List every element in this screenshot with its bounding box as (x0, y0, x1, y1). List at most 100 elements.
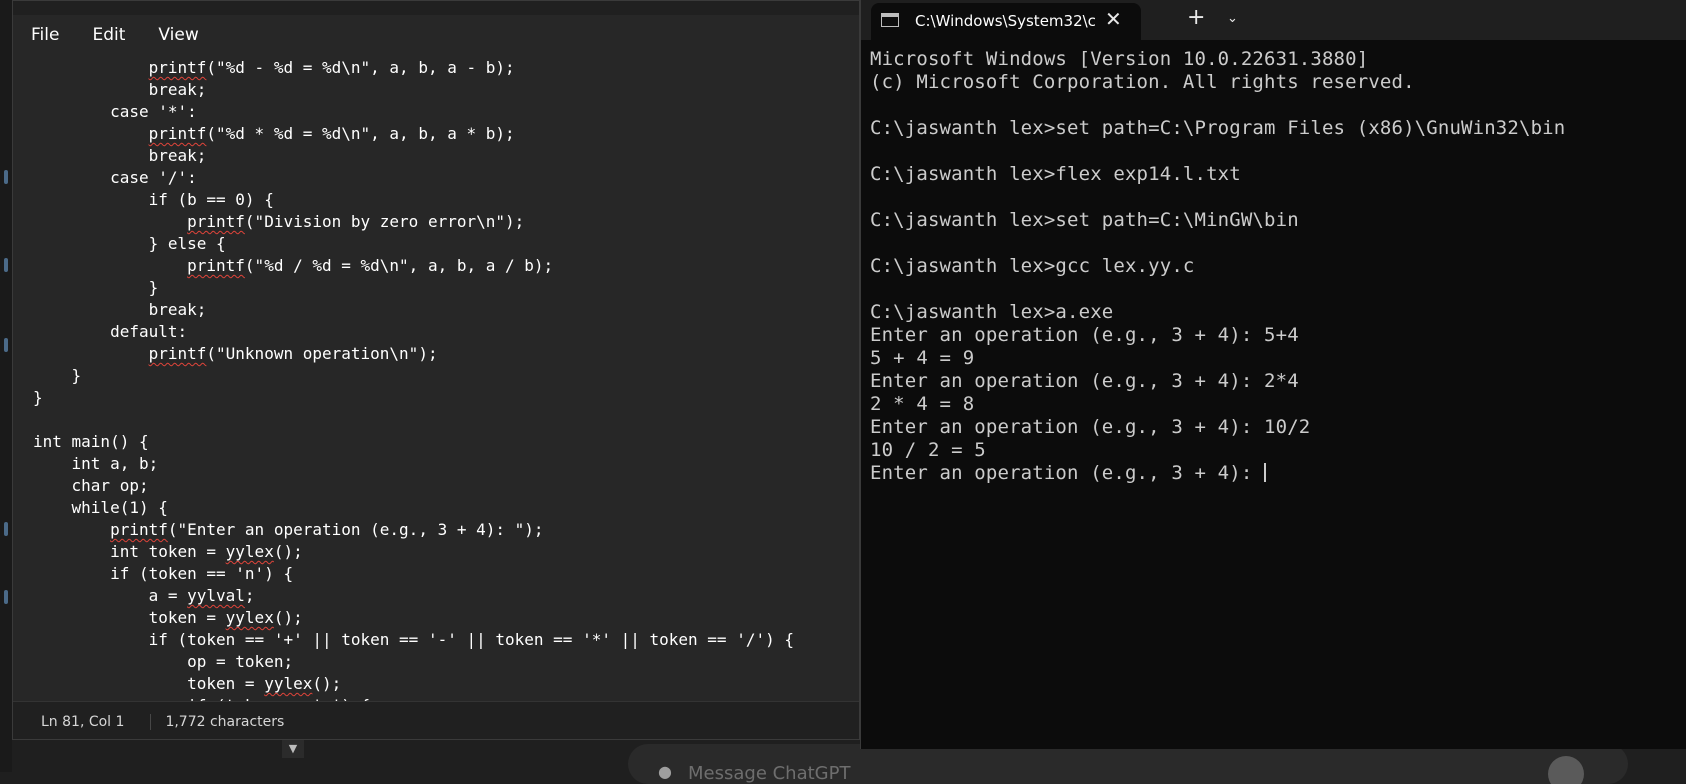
spellcheck-word: yylex (264, 674, 313, 693)
code-line: printf("%d * %d = %d\n", a, b, a * b); (33, 123, 794, 145)
code-text: int a, b; (33, 454, 159, 473)
code-text: default: (33, 322, 188, 341)
code-text: } (33, 366, 82, 385)
terminal-line: C:\jaswanth lex>gcc lex.yy.c (870, 255, 1195, 277)
code-text: } (33, 388, 43, 407)
code-line: int token = yylex(); (33, 541, 794, 563)
code-line: int main() { (33, 431, 794, 453)
code-content: printf ("%d - %d = %d\n", a, b, a - b); b… (33, 57, 794, 701)
terminal-prompt-text: Enter an operation (e.g., 3 + 4): (870, 462, 1265, 484)
send-icon[interactable] (1548, 756, 1584, 784)
code-text: (); (273, 542, 303, 561)
terminal-window: C:\Windows\System32\cmd.exe ✕ + ⌄ Micros… (860, 0, 1686, 749)
menu-file[interactable]: File (16, 25, 74, 45)
code-line: printf("Division by zero error\n"); (33, 211, 794, 233)
spellcheck-word: printf (148, 344, 207, 363)
code-line: } (33, 365, 794, 387)
code-text: break; (33, 80, 207, 99)
code-line: default: (33, 321, 794, 343)
code-line: break; (33, 79, 794, 101)
code-text: break; (33, 146, 207, 165)
notepad-menu-bar: File Edit View (13, 15, 859, 55)
terminal-line: 5 + 4 = 9 (870, 347, 975, 369)
code-line: token = yylex(); (33, 673, 794, 695)
code-line: printf("Enter an operation (e.g., 3 + 4)… (33, 519, 794, 541)
spellcheck-word: printf (187, 212, 245, 231)
code-text: ("Enter an operation (e.g., 3 + 4): "); (167, 520, 544, 539)
terminal-line: C:\jaswanth lex>a.exe (870, 301, 1114, 323)
terminal-tab-title: C:\Windows\System32\cmd.exe (915, 12, 1097, 30)
desktop-marker (4, 170, 8, 184)
spellcheck-word: printf (148, 124, 207, 143)
code-line: } (33, 387, 794, 409)
code-text: ("%d - %d = %d\n", a, b, a - b); (206, 58, 515, 77)
chat-input-bar[interactable]: ● Message ChatGPT (628, 744, 1628, 784)
code-text: if (token == '+' || token == '-' || toke… (33, 630, 794, 649)
code-line: printf("%d / %d = %d\n", a, b, a / b); (33, 255, 794, 277)
code-line: break; (33, 299, 794, 321)
code-line: case '*': (33, 101, 794, 123)
code-text: char op; (33, 476, 149, 495)
chat-input-placeholder: Message ChatGPT (688, 763, 851, 784)
desktop-marker (4, 522, 8, 536)
code-text: token = (33, 674, 265, 693)
spellcheck-word: printf (187, 256, 245, 275)
code-text: case '/': (33, 168, 197, 187)
code-text: } else { (33, 234, 226, 253)
code-line: if (token == '+' || token == '-' || toke… (33, 629, 794, 651)
code-text: ("%d * %d = %d\n", a, b, a * b); (206, 124, 515, 143)
menu-view[interactable]: View (143, 25, 213, 45)
code-line: } else { (33, 233, 794, 255)
close-tab-icon[interactable]: ✕ (1105, 9, 1122, 29)
code-text: ("%d / %d = %d\n", a, b, a / b); (244, 256, 554, 275)
code-text: break; (33, 300, 207, 319)
code-line: if (token == 'n') { (33, 563, 794, 585)
code-line: token = yylex(); (33, 607, 794, 629)
terminal-line: C:\jaswanth lex>flex exp14.l.txt (870, 163, 1241, 185)
code-text: ("Unknown operation\n"); (206, 344, 438, 363)
chevron-down-icon[interactable]: ⌄ (1227, 11, 1238, 26)
notepad-title-bar[interactable] (13, 1, 859, 15)
character-count: 1,772 characters (165, 713, 285, 730)
terminal-prompt-line[interactable]: Enter an operation (e.g., 3 + 4): (870, 462, 1565, 485)
notepad-window: File Edit View printf ("%d - %d = %d\n", … (12, 0, 860, 740)
code-text: ; (244, 586, 255, 605)
terminal-tab-bar: C:\Windows\System32\cmd.exe ✕ + ⌄ (861, 0, 1686, 40)
spellcheck-word: yylex (225, 542, 274, 561)
code-line: char op; (33, 475, 794, 497)
notepad-text-editor[interactable]: printf ("%d - %d = %d\n", a, b, a - b); b… (13, 55, 859, 701)
terminal-line: (c) Microsoft Corporation. All rights re… (870, 71, 1415, 93)
terminal-output[interactable]: Microsoft Windows [Version 10.0.22631.38… (870, 48, 1565, 485)
terminal-line: C:\jaswanth lex>set path=C:\Program File… (870, 117, 1566, 139)
scroll-down-arrow-icon[interactable]: ▼ (282, 740, 304, 758)
code-line: int a, b; (33, 453, 794, 475)
menu-edit[interactable]: Edit (77, 25, 140, 45)
code-text: op = token; (33, 652, 294, 671)
code-text: ("Division by zero error\n"); (244, 212, 525, 231)
code-line: op = token; (33, 651, 794, 673)
code-line: } (33, 277, 794, 299)
terminal-tab[interactable]: C:\Windows\System32\cmd.exe ✕ (871, 3, 1141, 40)
code-line: printf("Unknown operation\n"); (33, 343, 794, 365)
code-line: if (b == 0) { (33, 189, 794, 211)
desktop-marker (4, 258, 8, 272)
desktop-edge (0, 0, 12, 772)
cmd-icon (881, 13, 899, 27)
desktop-marker (4, 590, 8, 604)
spellcheck-word: yylval (187, 586, 245, 605)
terminal-line: Enter an operation (e.g., 3 + 4): 2*4 (870, 370, 1299, 392)
spellcheck-word: yylex (225, 608, 274, 627)
terminal-line: 2 * 4 = 8 (870, 393, 975, 415)
new-tab-button[interactable]: + (1187, 7, 1205, 29)
terminal-line: Enter an operation (e.g., 3 + 4): 5+4 (870, 324, 1299, 346)
terminal-line: 10 / 2 = 5 (870, 439, 986, 461)
code-text: (); (273, 608, 303, 627)
terminal-line: Microsoft Windows [Version 10.0.22631.38… (870, 48, 1369, 70)
cursor-position: Ln 81, Col 1 (13, 713, 152, 730)
code-text: while(1) { (33, 498, 168, 517)
